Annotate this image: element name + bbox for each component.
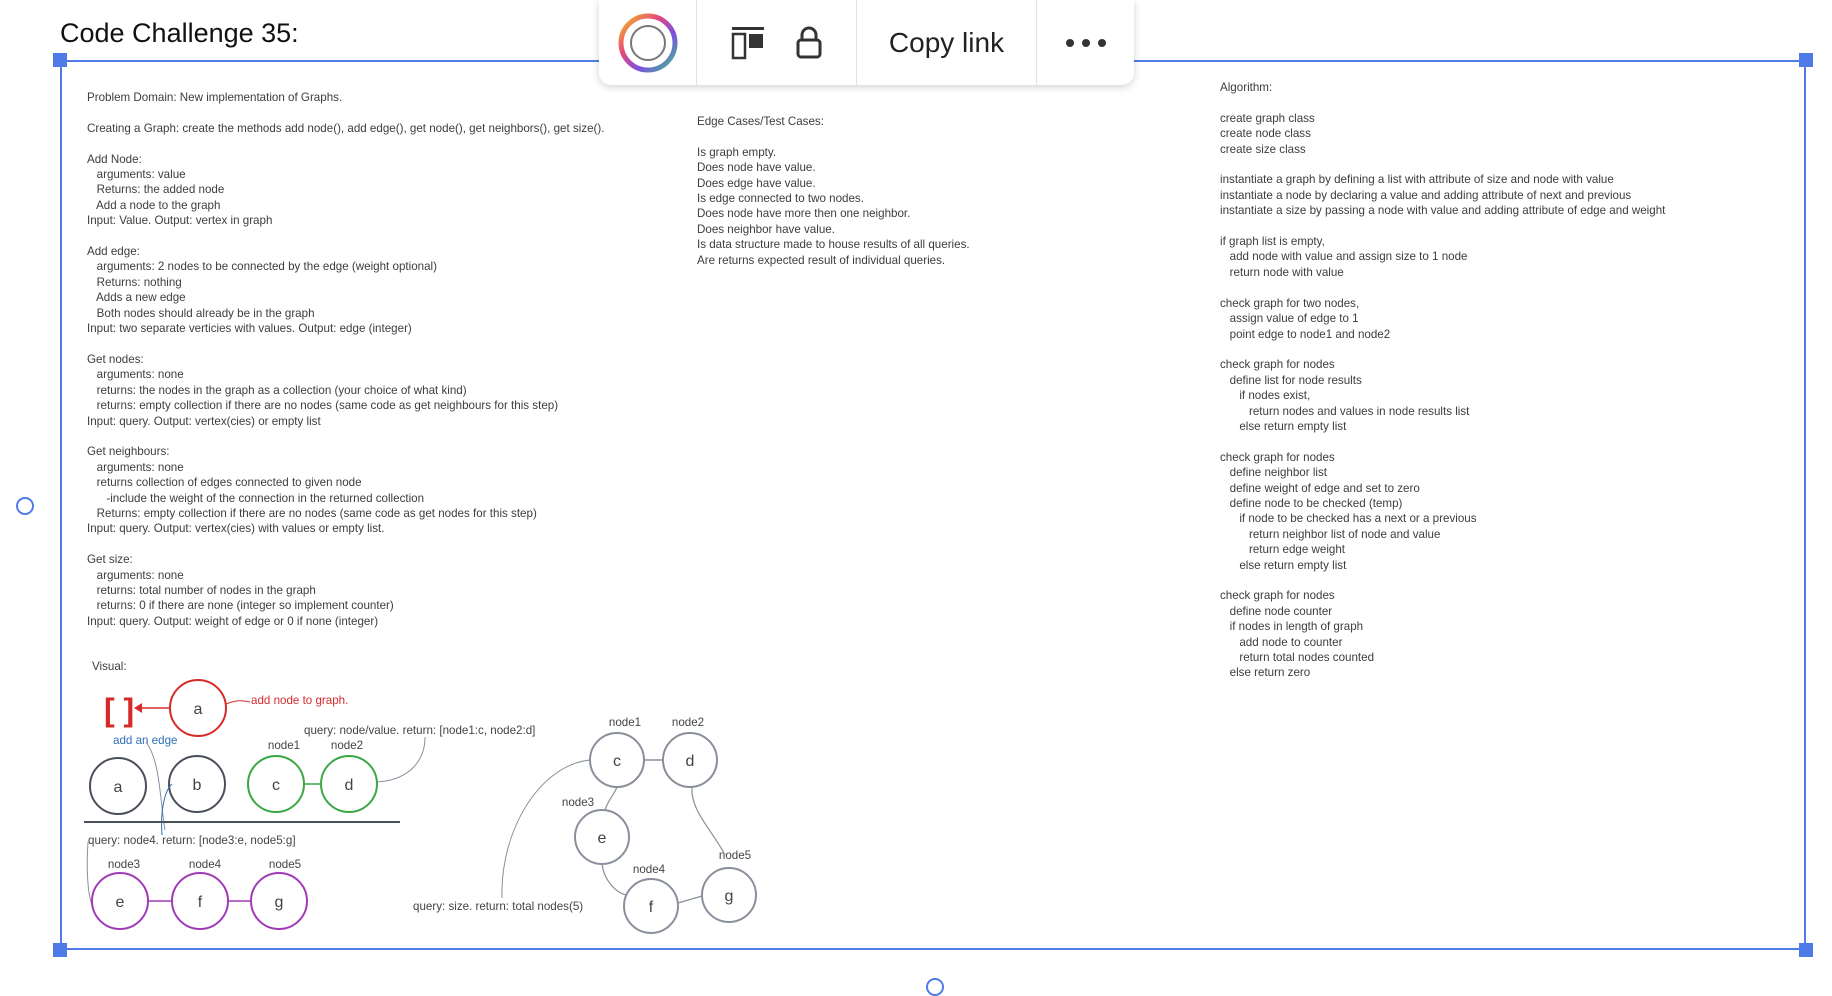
edge-f-g bbox=[677, 895, 703, 904]
empty-list-bracket: [ ] bbox=[104, 692, 134, 728]
query-node-value-caption: query: node/value. return: [node1:c, nod… bbox=[304, 724, 535, 737]
node-f-label: f bbox=[649, 899, 654, 916]
node1-label-right: node1 bbox=[609, 716, 641, 729]
visual-label: Visual: bbox=[92, 660, 127, 673]
node-c-label: c bbox=[613, 753, 621, 770]
query-size-caption: query: size. return: total nodes(5) bbox=[413, 900, 583, 913]
graph-diagram: Visual: [ ] a add node to graph. add an … bbox=[84, 660, 757, 934]
node-e-label: e bbox=[598, 830, 607, 847]
query-node-value-connector bbox=[376, 736, 426, 783]
node-d-label: d bbox=[686, 753, 695, 770]
node2-label-right: node2 bbox=[672, 716, 704, 729]
node4-label-left: node4 bbox=[189, 858, 222, 871]
node-g-label: g bbox=[725, 888, 734, 905]
query-node4-caption: query: node4. return: [node3:e, node5:g] bbox=[88, 834, 296, 847]
node4-label-right: node4 bbox=[633, 863, 666, 876]
node-f-purple-label: f bbox=[198, 894, 203, 911]
node3-label-right: node3 bbox=[562, 796, 594, 809]
node1-label-left: node1 bbox=[268, 739, 300, 752]
arrowhead-icon bbox=[134, 703, 142, 713]
node-a-label: a bbox=[114, 779, 123, 796]
node-b-label: b bbox=[193, 777, 202, 794]
node2-label-left: node2 bbox=[331, 739, 363, 752]
add-edge-caption: add an edge bbox=[113, 734, 177, 747]
node3-label-left: node3 bbox=[108, 858, 140, 871]
add-node-caption-line bbox=[225, 700, 251, 705]
node-a-red-label: a bbox=[194, 701, 203, 718]
node-g-purple-label: g bbox=[275, 894, 284, 911]
edge-c-e bbox=[604, 786, 618, 811]
edge-e-f bbox=[601, 863, 627, 896]
node-e-purple-label: e bbox=[116, 894, 125, 911]
query-node4-connector bbox=[86, 841, 93, 906]
node5-label-right: node5 bbox=[719, 849, 751, 862]
node-d-green-label: d bbox=[345, 777, 354, 794]
edge-d-g bbox=[691, 786, 726, 856]
node5-label-left: node5 bbox=[269, 858, 301, 871]
add-node-caption: add node to graph. bbox=[251, 694, 348, 707]
node-c-green-label: c bbox=[272, 777, 280, 794]
